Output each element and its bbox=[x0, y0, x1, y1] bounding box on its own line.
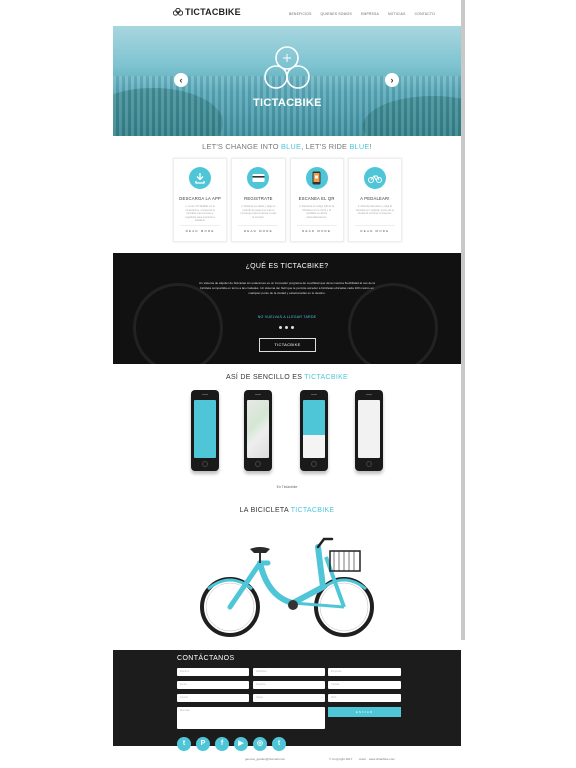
bike-title: LA BICICLETA TICTACBIKE bbox=[113, 507, 461, 514]
about-section: ¿QUÉ ES TICTACBIKE? Un sistema de alquil… bbox=[113, 253, 461, 364]
logo[interactable]: TICTACBIKE bbox=[173, 7, 241, 17]
slider-dot[interactable] bbox=[285, 326, 288, 329]
phone-mockup bbox=[300, 390, 328, 471]
bike-image bbox=[200, 537, 374, 637]
send-button[interactable]: ENVIAR bbox=[328, 707, 401, 717]
footer-author[interactable]: Autor · www.tictacbike.com bbox=[359, 757, 395, 761]
social-links: t P f ▶ ◎ t bbox=[177, 737, 286, 751]
phones-caption: En Tictacbike bbox=[276, 485, 298, 489]
step-card-ride: A PEDALEAR! 4. Disfruta del paseo y deja… bbox=[347, 158, 402, 242]
contact-field[interactable]: Telefono bbox=[253, 681, 325, 689]
slogan: LET'S CHANGE INTO BLUE, LET'S RIDE BLUE! bbox=[113, 142, 461, 151]
youtube-icon[interactable]: ▶ bbox=[234, 737, 248, 751]
instagram-icon[interactable]: ◎ bbox=[253, 737, 267, 751]
scrollbar[interactable] bbox=[461, 0, 465, 640]
phone-mockup bbox=[355, 390, 383, 471]
main-nav: BENEFICIOS QUIENES SOMOS EMPRESA NOTICIA… bbox=[289, 12, 435, 16]
step-text: 4. Disfruta del paseo y deja la biciclet… bbox=[355, 205, 394, 216]
step-title: DESCARGA LA APP bbox=[179, 196, 221, 201]
twitter-bird-icon[interactable]: t bbox=[272, 737, 286, 751]
step-text: 1. Lorem TicTacBike en tu smartphone, en… bbox=[185, 205, 216, 223]
footer-copyright: © Copyright 2017 bbox=[329, 757, 353, 761]
nav-contacto[interactable]: CONTACTO bbox=[415, 12, 435, 16]
step-card-register: REGISTRATE 2. Rellena tus datos y elige … bbox=[231, 158, 286, 242]
step-text: 2. Rellena tus datos y elige el metodo d… bbox=[240, 205, 277, 219]
slogan-blue: BLUE bbox=[280, 142, 302, 151]
slider-dots bbox=[279, 326, 294, 329]
simple-title-blue: TICTACBIKE bbox=[304, 374, 349, 381]
simple-title: ASÍ DE SENCILLO ES TICTACBIKE bbox=[113, 374, 461, 381]
hero-slider: TICTACBIKE ‹ › bbox=[113, 26, 461, 136]
page: TICTACBIKE BENEFICIOS QUIENES SOMOS EMPR… bbox=[113, 0, 461, 768]
read-more-link[interactable]: READ MORE bbox=[291, 229, 343, 233]
contact-field[interactable]: Ciudad bbox=[328, 681, 401, 689]
nav-empresa[interactable]: EMPRESA bbox=[361, 12, 379, 16]
steps: DESCARGA LA APP 1. Lorem TicTacBike en t… bbox=[173, 158, 402, 242]
contact-title: CONTÁCTANOS bbox=[177, 655, 235, 662]
hero-logo: TICTACBIKE bbox=[253, 44, 321, 109]
phone-mockup bbox=[191, 390, 219, 471]
contact-section: CONTÁCTANOS Nombre Apellidos Empresa Ema… bbox=[113, 650, 461, 746]
twitter-icon[interactable]: t bbox=[177, 737, 191, 751]
contact-field[interactable]: Cargo bbox=[253, 694, 325, 702]
read-more-link[interactable]: READ MORE bbox=[174, 229, 226, 233]
slogan-text: , LET'S RIDE bbox=[301, 142, 350, 151]
slogan-text: LET'S CHANGE INTO bbox=[202, 142, 281, 151]
read-more-link[interactable]: READ MORE bbox=[349, 229, 401, 233]
hero-next-button[interactable]: › bbox=[385, 73, 399, 87]
slogan-text: ! bbox=[369, 142, 372, 151]
bike-icon bbox=[363, 167, 386, 189]
slider-dot[interactable] bbox=[291, 326, 294, 329]
header: TICTACBIKE BENEFICIOS QUIENES SOMOS EMPR… bbox=[113, 0, 461, 26]
simple-title-text: ASÍ DE SENCILLO ES bbox=[225, 374, 305, 381]
divider bbox=[354, 225, 395, 226]
step-text: 3. Escanea el codigo QR de la bicicleta … bbox=[299, 205, 335, 219]
divider bbox=[180, 225, 221, 226]
phone-qr-icon bbox=[305, 167, 328, 189]
bike-logo-icon bbox=[173, 8, 183, 16]
nav-beneficios[interactable]: BENEFICIOS bbox=[289, 12, 312, 16]
logo-text: TICTACBIKE bbox=[185, 7, 241, 17]
card-icon bbox=[247, 167, 270, 189]
phone-mockup bbox=[244, 390, 272, 471]
scrollbar-thumb[interactable] bbox=[461, 0, 465, 640]
contact-field[interactable]: Asunto bbox=[177, 694, 249, 702]
tictacbike-rings-icon bbox=[264, 46, 310, 89]
divider bbox=[296, 225, 337, 226]
slider-dot[interactable] bbox=[279, 326, 282, 329]
step-card-scan: ESCANEA EL QR 3. Escanea el codigo QR de… bbox=[289, 158, 344, 242]
nav-noticias[interactable]: NOTICIAS bbox=[388, 12, 406, 16]
contact-field[interactable]: Nombre bbox=[177, 668, 249, 676]
divider bbox=[238, 225, 279, 226]
bike-title-text: LA BICICLETA bbox=[239, 507, 291, 514]
facebook-icon[interactable]: f bbox=[215, 737, 229, 751]
contact-field[interactable]: Web bbox=[328, 694, 401, 702]
pinterest-icon[interactable]: P bbox=[196, 737, 210, 751]
about-title: ¿QUÉ ES TICTACBIKE? bbox=[245, 263, 329, 270]
bike-title-blue: TICTACBIKE bbox=[290, 507, 335, 514]
message-textarea[interactable]: Mensaje bbox=[177, 707, 325, 729]
about-text: Un sistema de alquiler de bicicletas sin… bbox=[199, 281, 375, 295]
contact-field[interactable]: Empresa bbox=[328, 668, 401, 676]
footer-email[interactable]: genova_garden@hotmail.com bbox=[245, 757, 285, 761]
contact-field[interactable]: Apellidos bbox=[253, 668, 325, 676]
slogan-blue: BLUE bbox=[349, 142, 370, 151]
download-icon bbox=[189, 167, 212, 189]
step-card-download: DESCARGA LA APP 1. Lorem TicTacBike en t… bbox=[173, 158, 228, 242]
hero-prev-button[interactable]: ‹ bbox=[174, 73, 188, 87]
nav-quienes-somos[interactable]: QUIENES SOMOS bbox=[321, 12, 352, 16]
read-more-link[interactable]: READ MORE bbox=[232, 229, 284, 233]
contact-field[interactable]: Email bbox=[177, 681, 249, 689]
about-tagline: NO VUELVAS A LLEGAR TARDE bbox=[257, 315, 317, 319]
tictacbike-button[interactable]: TICTACBIKE bbox=[259, 338, 316, 352]
hero-title: TICTACBIKE bbox=[253, 97, 322, 109]
